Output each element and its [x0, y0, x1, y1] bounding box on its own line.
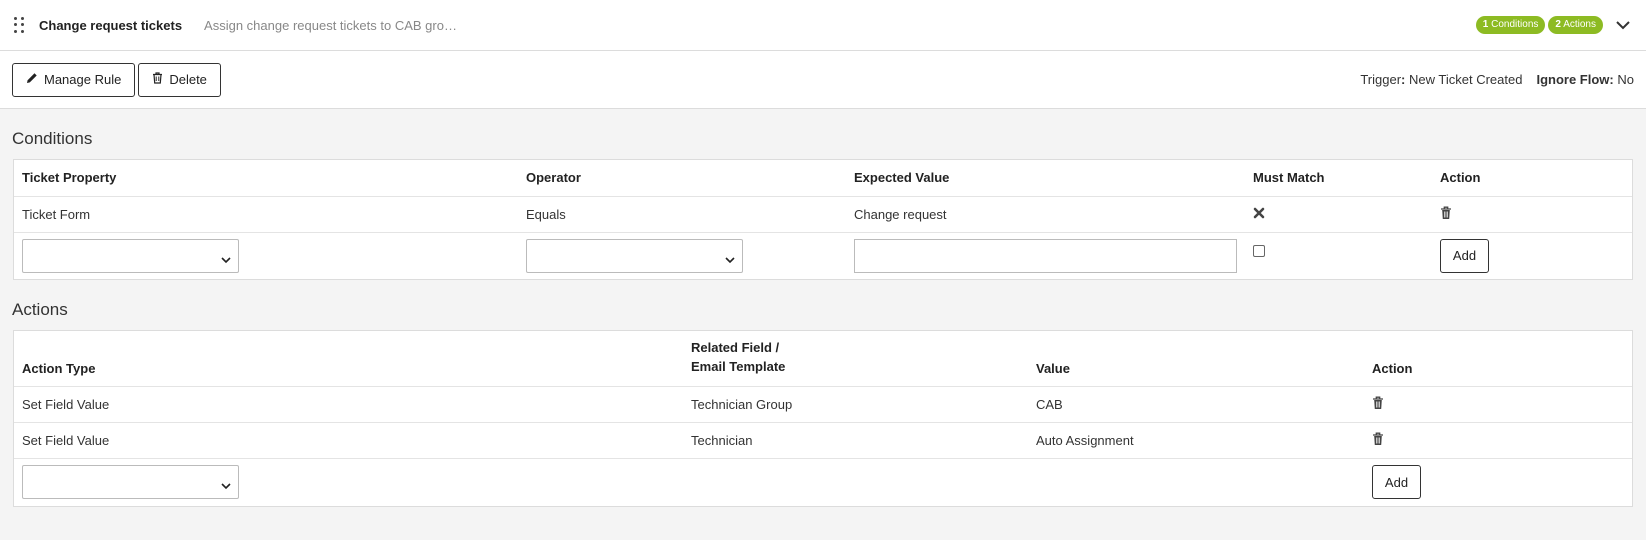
table-row: Ticket Form Equals Change request	[14, 195, 1632, 232]
column-header: Related Field / Email Template	[691, 339, 786, 374]
condition-operator: Equals	[518, 195, 846, 232]
column-header: Action Type	[22, 360, 96, 376]
chevron-down-icon	[221, 252, 231, 267]
ignore-flow-info: Ignore Flow: No	[1536, 72, 1634, 87]
trash-icon[interactable]	[1372, 396, 1384, 413]
column-header: Must Match	[1253, 169, 1325, 185]
rule-header[interactable]: Change request tickets Assign change req…	[0, 0, 1646, 51]
add-action-button[interactable]: Add	[1372, 465, 1421, 500]
action-field: Technician Group	[683, 385, 1028, 422]
rule-description: Assign change request tickets to CAB gro…	[204, 17, 457, 33]
column-header: Expected Value	[854, 169, 950, 185]
chevron-down-icon	[221, 478, 231, 493]
conditions-count-badge: 1 Conditions	[1475, 16, 1546, 34]
pencil-icon	[26, 72, 38, 87]
trigger-info: Trigger: New Ticket Created	[1360, 72, 1523, 87]
property-select[interactable]	[22, 238, 239, 273]
new-condition-row: Add	[14, 231, 1632, 279]
conditions-title: Conditions	[12, 129, 93, 148]
table-row: Set Field Value Technician Group CAB	[14, 385, 1632, 422]
action-type: Set Field Value	[14, 385, 683, 422]
new-action-row: Add	[14, 457, 1632, 506]
add-condition-button[interactable]: Add	[1440, 238, 1489, 273]
condition-expected: Change request	[846, 195, 1245, 232]
trash-icon[interactable]	[1440, 206, 1452, 223]
column-header: Ticket Property	[22, 169, 117, 185]
column-header: Action	[1440, 169, 1481, 185]
actions-panel: Action Type Related Field / Email Templat…	[13, 330, 1633, 507]
action-type-select[interactable]	[22, 465, 239, 500]
action-value: Auto Assignment	[1028, 421, 1364, 458]
actions-count-badge: 2 Actions	[1548, 16, 1603, 34]
must-match-checkbox[interactable]	[1253, 245, 1265, 258]
rule-toolbar: Manage Rule Delete Trigger: New Ticket C…	[0, 51, 1646, 109]
column-header: Action	[1372, 360, 1413, 376]
conditions-panel: Ticket Property Operator Expected Value …	[13, 159, 1633, 280]
manage-rule-button[interactable]: Manage Rule	[12, 62, 136, 97]
table-row: Set Field Value Technician Auto Assignme…	[14, 421, 1632, 458]
action-value: CAB	[1028, 385, 1364, 422]
column-header: Operator	[526, 169, 581, 185]
actions-title: Actions	[12, 300, 68, 319]
chevron-down-icon[interactable]	[1614, 16, 1632, 34]
actions-table: Action Type Related Field / Email Templat…	[14, 331, 1632, 506]
operator-select[interactable]	[526, 238, 743, 273]
expected-value-input[interactable]	[854, 238, 1237, 273]
drag-handle-icon[interactable]	[14, 17, 26, 33]
action-type: Set Field Value	[14, 421, 683, 458]
x-mark-icon	[1253, 207, 1265, 222]
condition-property: Ticket Form	[14, 195, 518, 232]
trash-icon[interactable]	[1372, 432, 1384, 449]
action-field: Technician	[683, 421, 1028, 458]
trash-icon	[152, 72, 163, 87]
conditions-table: Ticket Property Operator Expected Value …	[14, 160, 1632, 279]
chevron-down-icon	[725, 252, 735, 267]
delete-button[interactable]: Delete	[138, 62, 221, 97]
manage-rule-label: Manage Rule	[44, 72, 122, 87]
rule-name: Change request tickets	[39, 17, 183, 33]
delete-label: Delete	[169, 72, 207, 87]
column-header: Value	[1036, 360, 1070, 376]
